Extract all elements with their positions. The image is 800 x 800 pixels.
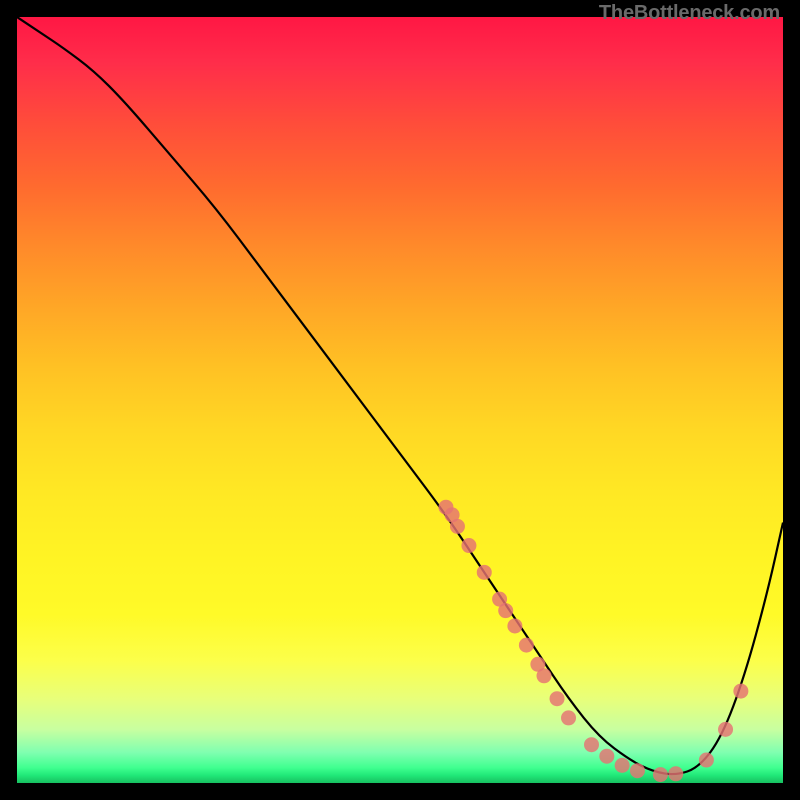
data-point xyxy=(599,749,614,764)
marker-group xyxy=(438,500,748,782)
curve-layer xyxy=(17,17,783,783)
data-point xyxy=(668,766,683,781)
data-point xyxy=(561,710,576,725)
chart-container: TheBottleneck.com xyxy=(0,0,800,800)
bottleneck-curve xyxy=(17,17,783,774)
data-point xyxy=(477,565,492,580)
data-point xyxy=(653,767,668,782)
data-point xyxy=(584,737,599,752)
data-point xyxy=(718,722,733,737)
data-point xyxy=(550,691,565,706)
data-point xyxy=(537,668,552,683)
data-point xyxy=(615,758,630,773)
plot-area xyxy=(17,17,783,783)
data-point xyxy=(461,538,476,553)
data-point xyxy=(519,638,534,653)
data-point xyxy=(498,603,513,618)
watermark-text: TheBottleneck.com xyxy=(599,2,780,25)
data-point xyxy=(630,763,645,778)
data-point xyxy=(733,684,748,699)
data-point xyxy=(450,519,465,534)
data-point xyxy=(699,753,714,768)
data-point xyxy=(507,618,522,633)
